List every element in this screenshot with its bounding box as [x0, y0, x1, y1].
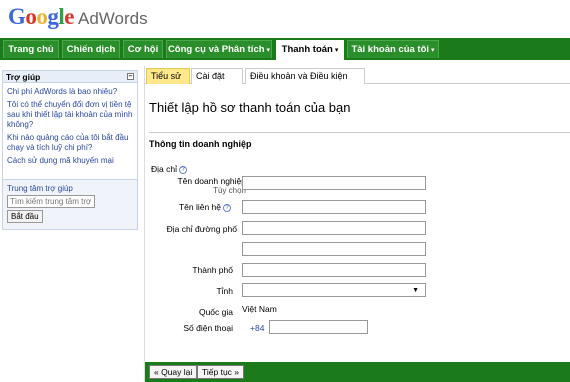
help-sidebar-title: Trợ giúp	[6, 72, 41, 82]
tab-campaigns[interactable]: Chiến dịch	[62, 40, 120, 58]
street-address-line2-input[interactable]	[242, 242, 426, 256]
help-center-label[interactable]: Trung tâm trợ giúp	[7, 184, 133, 193]
contact-name-label: Tên liên hệ?	[145, 202, 231, 212]
help-sidebar-header: Trợ giúp –	[3, 71, 137, 83]
street-address-label: Địa chỉ đường phố	[166, 224, 237, 234]
city-label: Thành phố	[192, 265, 233, 275]
phone-input[interactable]	[269, 320, 368, 334]
billing-content: Tiểu sử Cài đặt Điều khoản và Điều kiện …	[144, 66, 570, 382]
phone-prefix: +84	[250, 323, 265, 333]
help-icon[interactable]: ?	[223, 203, 231, 212]
tab-opportunities[interactable]: Cơ hội	[123, 40, 163, 58]
country-label: Quốc gia	[198, 307, 233, 317]
back-button[interactable]: « Quay lại	[149, 365, 198, 379]
street-address-line1-input[interactable]	[242, 221, 426, 235]
main-nav: Trang chủ Chiến dịch Cơ hội Công cụ và P…	[0, 38, 570, 60]
minimize-icon[interactable]: –	[127, 73, 134, 80]
adwords-logo-text: AdWords	[78, 9, 148, 28]
adwords-logo: Google AdWords	[8, 4, 148, 30]
tab-label: Tài khoản của tôi	[351, 44, 430, 55]
help-sidebar: Trợ giúp – Chi phí AdWords là bao nhiêu?…	[2, 70, 138, 230]
tab-tools-analysis[interactable]: Công cụ và Phân tích ▾	[166, 40, 272, 58]
contact-name-input[interactable]	[242, 200, 426, 214]
subtab-profile[interactable]: Tiểu sử	[146, 68, 190, 84]
province-label: Tỉnh	[216, 286, 233, 296]
tab-billing[interactable]: Thanh toán ▾	[276, 40, 344, 60]
help-link[interactable]: Cách sử dụng mã khuyến mại	[7, 156, 133, 166]
address-label-text: Địa chỉ	[151, 164, 177, 174]
page-title: Thiết lập hồ sơ thanh toán của bạn	[149, 100, 351, 115]
address-label: Địa chỉ?	[151, 164, 187, 174]
help-links: Chi phí AdWords là bao nhiêu? Tôi có thể…	[3, 83, 137, 166]
help-search-input[interactable]	[7, 195, 95, 208]
google-logo-text: Google	[8, 4, 74, 29]
business-name-input[interactable]	[242, 176, 426, 190]
province-select[interactable]: ▼	[242, 283, 426, 297]
city-input[interactable]	[242, 263, 426, 277]
tab-home[interactable]: Trang chủ	[3, 40, 59, 58]
phone-label: Số điện thoại	[183, 323, 233, 333]
dropdown-arrow-icon: ▼	[412, 287, 419, 294]
chevron-down-icon: ▾	[334, 47, 339, 54]
billing-subtabs: Tiểu sử Cài đặt Điều khoản và Điều kiện	[145, 66, 570, 84]
help-link[interactable]: Chi phí AdWords là bao nhiêu?	[7, 87, 133, 97]
subtab-settings[interactable]: Cài đặt	[191, 68, 243, 84]
help-search-button[interactable]: Bắt đầu	[7, 210, 43, 223]
business-name-label-text: Tên doanh nghiệp	[177, 176, 246, 186]
optional-hint: Tùy chọn	[213, 186, 246, 195]
tab-label: Công cụ và Phân tích	[167, 44, 265, 55]
tab-my-account[interactable]: Tài khoản của tôi ▾	[347, 40, 439, 58]
tab-label: Cơ hội	[127, 44, 159, 55]
help-icon[interactable]: ?	[178, 165, 187, 174]
help-link[interactable]: Khi nào quảng cáo của tôi bắt đầu chạy v…	[7, 133, 133, 153]
tab-label: Thanh toán	[281, 44, 333, 55]
subtab-terms[interactable]: Điều khoản và Điều kiện	[245, 68, 365, 84]
tab-label: Trang chủ	[8, 44, 54, 55]
business-name-label: Tên doanh nghiệp Tùy chọn	[145, 176, 246, 195]
help-center-search: Trung tâm trợ giúp Bắt đầu	[3, 179, 137, 229]
country-value: Việt Nam	[242, 304, 277, 314]
form-footer: « Quay lại Tiếp tục »	[145, 362, 570, 382]
contact-name-label-text: Tên liên hệ	[178, 202, 221, 212]
section-title: Thông tin doanh nghiệp	[149, 132, 570, 149]
chevron-down-icon: ▾	[266, 47, 271, 54]
chevron-down-icon: ▾	[431, 47, 435, 54]
continue-button[interactable]: Tiếp tục »	[197, 365, 245, 379]
help-link[interactable]: Tôi có thể chuyển đổi đơn vị tiền tệ sau…	[7, 100, 133, 130]
tab-label: Chiến dịch	[66, 44, 116, 55]
